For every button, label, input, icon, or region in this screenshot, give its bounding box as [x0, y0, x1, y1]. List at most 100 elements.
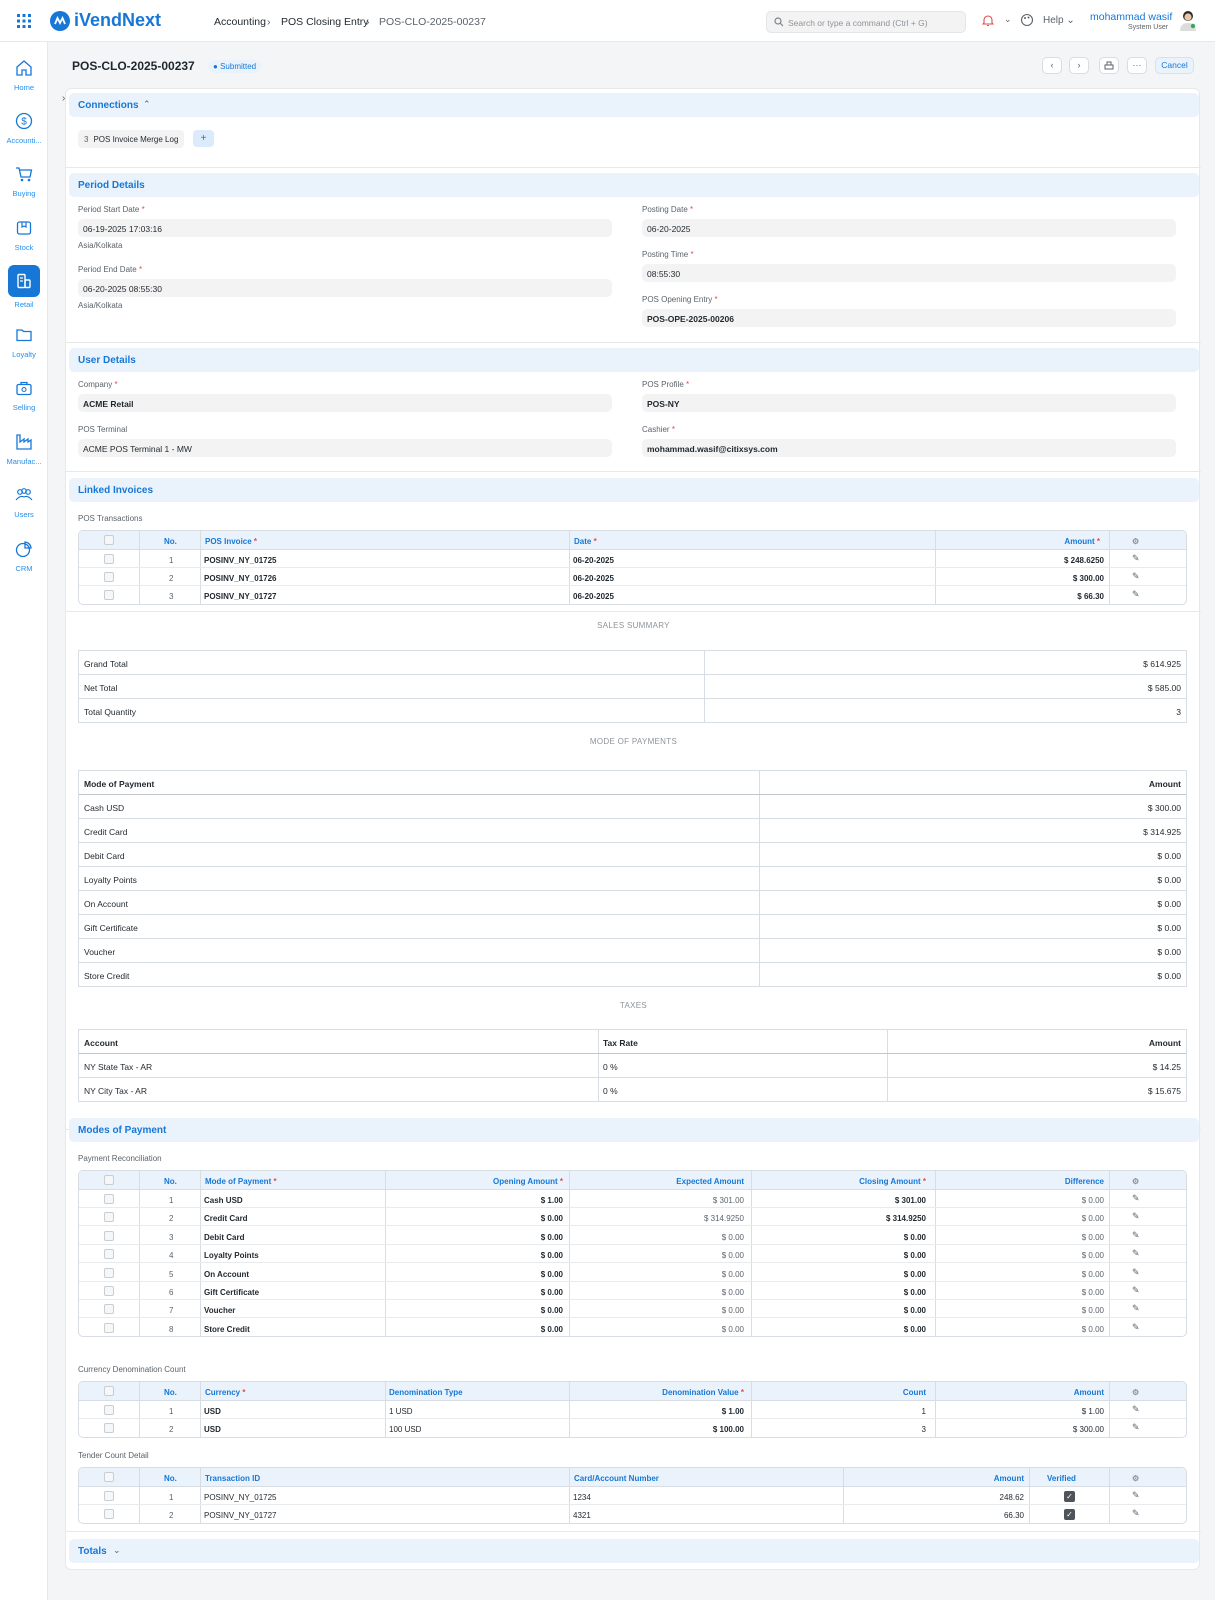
settings-gear-icon[interactable]: ⚙ [1132, 1171, 1139, 1189]
row-checkbox[interactable] [104, 1304, 114, 1315]
help-menu[interactable]: Help ⌄ [1043, 15, 1075, 26]
previous-button[interactable]: ‹ [1042, 57, 1062, 74]
row-checkbox[interactable] [104, 1405, 114, 1415]
currency-cell[interactable]: USD [204, 1401, 221, 1418]
amount-cell[interactable]: $ 300.00 [935, 1419, 1104, 1437]
row-checkbox[interactable] [104, 572, 114, 582]
table-row[interactable]: 1 Cash USD $ 1.00 $ 301.00 $ 301.00 $ 0.00 ✎ [79, 1190, 1186, 1208]
row-checkbox[interactable] [104, 1212, 114, 1223]
denomination-type-cell[interactable]: 100 USD [389, 1419, 421, 1437]
app-logo[interactable]: iVendNext [50, 10, 161, 31]
row-checkbox[interactable] [104, 1286, 114, 1296]
connections-section-header[interactable]: Connections ⌃ [69, 93, 1199, 117]
print-button[interactable] [1099, 57, 1119, 74]
company-field[interactable]: ACME Retail [78, 394, 612, 412]
cancel-button[interactable]: Cancel [1155, 57, 1194, 74]
verified-checkbox[interactable]: ✓ [1064, 1491, 1075, 1502]
amount-cell[interactable]: $ 300.00 [939, 568, 1104, 585]
sidebar-item-retail[interactable]: Retail [0, 265, 48, 309]
posting-time-field[interactable]: 08:55:30 [642, 264, 1176, 282]
opening-amount-cell[interactable]: $ 0.00 [385, 1264, 563, 1281]
select-all-checkbox[interactable] [104, 1175, 114, 1185]
count-cell[interactable]: 1 [751, 1401, 926, 1418]
mode-of-payment-cell[interactable]: Debit Card [204, 1227, 244, 1244]
table-row[interactable]: 2 Credit Card $ 0.00 $ 314.9250 $ 314.9250 $ … [79, 1208, 1186, 1227]
transaction-id-cell[interactable]: POSINV_NY_01725 [204, 1487, 277, 1504]
row-checkbox[interactable] [104, 1322, 114, 1333]
period-end-field[interactable]: 06-20-2025 08:55:30 [78, 279, 612, 297]
bell-icon[interactable] [981, 14, 995, 29]
sidebar-item-buying[interactable]: Buying [0, 164, 48, 198]
date-cell[interactable]: 06-20-2025 [573, 550, 614, 567]
date-cell[interactable]: 06-20-2025 [573, 568, 614, 585]
row-checkbox[interactable] [104, 590, 114, 600]
edit-pencil-icon[interactable]: ✎ [1132, 1322, 1140, 1333]
card-account-number-cell[interactable]: 4321 [573, 1505, 591, 1523]
edit-pencil-icon[interactable]: ✎ [1132, 589, 1140, 600]
closing-amount-cell[interactable]: $ 301.00 [751, 1190, 926, 1207]
next-button[interactable]: › [1069, 57, 1089, 74]
sidebar-item-home[interactable]: Home [0, 58, 48, 92]
verified-checkbox[interactable]: ✓ [1064, 1509, 1075, 1520]
table-row[interactable]: 5 On Account $ 0.00 $ 0.00 $ 0.00 $ 0.00 ✎ [79, 1264, 1186, 1282]
mode-of-payment-cell[interactable]: On Account [204, 1264, 249, 1281]
pos-terminal-field[interactable]: ACME POS Terminal 1 - MW [78, 439, 612, 457]
mode-of-payment-cell[interactable]: Store Credit [204, 1319, 250, 1336]
edit-pencil-icon[interactable]: ✎ [1132, 1230, 1140, 1241]
currency-cell[interactable]: USD [204, 1419, 221, 1437]
denomination-type-cell[interactable]: 1 USD [389, 1401, 413, 1418]
expand-sidebar-icon[interactable]: › [62, 93, 65, 104]
row-checkbox[interactable] [104, 1230, 114, 1241]
row-checkbox[interactable] [104, 1194, 114, 1204]
sidebar-item-loyalty[interactable]: Loyalty [0, 325, 48, 359]
pos-invoice-cell[interactable]: POSINV_NY_01725 [204, 550, 277, 567]
closing-amount-cell[interactable]: $ 0.00 [751, 1245, 926, 1262]
search-box[interactable]: Search or type a command (Ctrl + G) [766, 11, 966, 33]
transaction-id-cell[interactable]: POSINV_NY_01727 [204, 1505, 277, 1523]
table-row[interactable]: 2 POSINV_NY_01727 4321 66.30 ✓ ✎ [79, 1505, 1186, 1523]
settings-gear-icon[interactable]: ⚙ [1132, 1468, 1139, 1486]
amount-cell[interactable]: $ 248.6250 [939, 550, 1104, 567]
totals-section-header[interactable]: Totals ⌄ [69, 1539, 1199, 1563]
closing-amount-cell[interactable]: $ 0.00 [751, 1264, 926, 1281]
settings-gear-icon[interactable]: ⚙ [1132, 531, 1139, 549]
closing-amount-cell[interactable]: $ 0.00 [751, 1319, 926, 1336]
row-checkbox[interactable] [104, 1509, 114, 1519]
settings-gear-icon[interactable]: ⚙ [1132, 1382, 1139, 1400]
table-row[interactable]: 4 Loyalty Points $ 0.00 $ 0.00 $ 0.00 $ 0.00 ✎ [79, 1245, 1186, 1264]
mode-of-payment-cell[interactable]: Cash USD [204, 1190, 243, 1207]
table-row[interactable]: 6 Gift Certificate $ 0.00 $ 0.00 $ 0.00 $ 0.0… [79, 1282, 1186, 1300]
sidebar-item-selling[interactable]: Selling [0, 378, 48, 412]
avatar[interactable] [1178, 9, 1198, 31]
edit-pencil-icon[interactable]: ✎ [1132, 1267, 1140, 1278]
closing-amount-cell[interactable]: $ 0.00 [751, 1282, 926, 1299]
add-connection-button[interactable]: + [193, 130, 214, 147]
edit-pencil-icon[interactable]: ✎ [1132, 1248, 1140, 1259]
edit-pencil-icon[interactable]: ✎ [1132, 1404, 1140, 1415]
row-checkbox[interactable] [104, 554, 114, 564]
closing-amount-cell[interactable]: $ 0.00 [751, 1227, 926, 1244]
mode-of-payment-cell[interactable]: Gift Certificate [204, 1282, 259, 1299]
user-name[interactable]: mohammad wasif [1090, 11, 1172, 23]
breadcrumb-accounting[interactable]: Accounting [214, 16, 266, 28]
sidebar-item-accounting[interactable]: $ Accounti... [0, 111, 48, 145]
mode-of-payment-cell[interactable]: Credit Card [204, 1208, 248, 1225]
row-checkbox[interactable] [104, 1491, 114, 1501]
table-row[interactable]: 3 Debit Card $ 0.00 $ 0.00 $ 0.00 $ 0.00 ✎ [79, 1227, 1186, 1245]
denomination-value-cell[interactable]: $ 1.00 [569, 1401, 744, 1418]
edit-pencil-icon[interactable]: ✎ [1132, 571, 1140, 582]
table-row[interactable]: 1 USD 1 USD $ 1.00 1 $ 1.00 ✎ [79, 1401, 1186, 1419]
select-all-checkbox[interactable] [104, 535, 114, 545]
select-all-checkbox[interactable] [104, 1472, 114, 1482]
row-checkbox[interactable] [104, 1267, 114, 1278]
select-all-checkbox[interactable] [104, 1386, 114, 1396]
mode-of-payment-cell[interactable]: Voucher [204, 1300, 235, 1317]
opening-amount-cell[interactable]: $ 0.00 [385, 1300, 563, 1317]
edit-pencil-icon[interactable]: ✎ [1132, 1193, 1140, 1204]
sidebar-item-manufacturing[interactable]: Manufac... [0, 432, 48, 466]
card-account-number-cell[interactable]: 1234 [573, 1487, 591, 1504]
sidebar-item-users[interactable]: Users [0, 485, 48, 519]
connection-link-pos-invoice-merge-log[interactable]: 3 POS Invoice Merge Log [78, 130, 185, 148]
opening-amount-cell[interactable]: $ 0.00 [385, 1227, 563, 1244]
row-checkbox[interactable] [104, 1249, 114, 1260]
